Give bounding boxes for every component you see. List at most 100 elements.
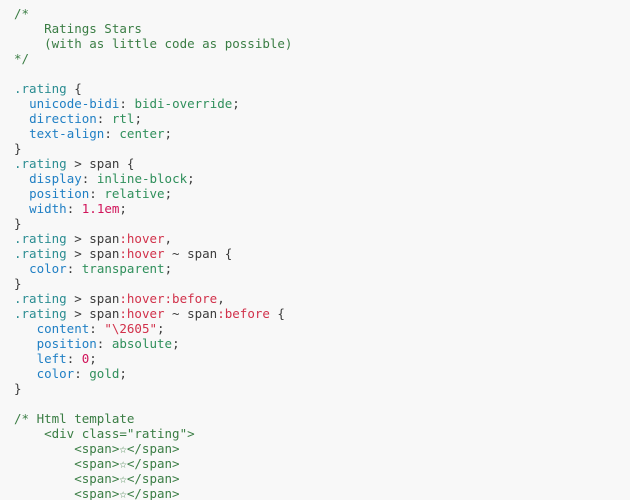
code-token-selector: .rating [14, 231, 67, 246]
code-token-selector: .rating [14, 246, 67, 261]
code-token-punct: : [66, 261, 82, 276]
code-token-keyword: relative [104, 186, 165, 201]
code-token-property: display [29, 171, 82, 186]
code-token-property: width [29, 201, 67, 216]
code-line: .rating > span { [14, 156, 630, 171]
code-line: } [14, 141, 630, 156]
code-token-brace: } [14, 216, 22, 231]
code-line: <span>☆</span> [14, 441, 630, 456]
code-token-punct: : [96, 336, 112, 351]
code-token-punct: : [96, 111, 112, 126]
code-line: } [14, 276, 630, 291]
code-token-string: "\2605" [104, 321, 158, 336]
code-token-property: position [36, 336, 97, 351]
code-line: /* Html template [14, 411, 630, 426]
code-line: .rating > span:hover ~ span:before { [14, 306, 630, 321]
code-line: <div class="rating"> [14, 426, 630, 441]
code-token-property: text-align [29, 126, 105, 141]
code-line: display: inline-block; [14, 171, 630, 186]
code-line: color: gold; [14, 366, 630, 381]
code-line: position: absolute; [14, 336, 630, 351]
code-token-punct: ; [187, 171, 195, 186]
code-token-punct: : [81, 171, 97, 186]
code-line: <span>☆</span> [14, 486, 630, 500]
code-token-pseudo: :hover [119, 246, 165, 261]
code-token-pseudo: :hover [119, 306, 165, 321]
code-line: color: transparent; [14, 261, 630, 276]
code-token-punct: : [89, 186, 105, 201]
code-token-keyword: inline-block [96, 171, 188, 186]
code-token-comment: (with as little code as possible) [14, 36, 293, 51]
code-token-punct: : [66, 351, 82, 366]
code-token-keyword: rtl [111, 111, 135, 126]
code-token-comment: /* Html template [14, 411, 135, 426]
code-token-punct: ; [164, 261, 173, 276]
code-token-punct: : [104, 126, 120, 141]
code-token-pseudo: :before [164, 291, 218, 306]
code-token-punct: : [66, 201, 82, 216]
code-token-comment: <span>☆</span> [14, 456, 180, 471]
code-token-property: color [29, 261, 67, 276]
code-token-tag: > span [66, 291, 120, 306]
code-line: width: 1.1em; [14, 201, 630, 216]
code-token-property: direction [29, 111, 97, 126]
code-token-property: content [36, 321, 90, 336]
code-token-brace: } [14, 276, 22, 291]
code-token-punct: ; [232, 96, 240, 111]
code-line: text-align: center; [14, 126, 630, 141]
code-token-comment: Ratings Stars [14, 21, 142, 36]
code-token-keyword: bidi-override [134, 96, 233, 111]
code-token-property: left [36, 351, 67, 366]
code-line: .rating { [14, 81, 630, 96]
code-token-tag: > span [66, 246, 120, 261]
code-token-brace: } [14, 141, 22, 156]
code-token-number: 1.1em [81, 201, 120, 216]
code-token-tag: > span [66, 306, 120, 321]
code-line: Ratings Stars [14, 21, 630, 36]
code-token-selector: .rating [14, 81, 67, 96]
code-line: unicode-bidi: bidi-override; [14, 96, 630, 111]
code-line: .rating > span:hover, [14, 231, 630, 246]
code-token-tag: ~ span { [164, 246, 233, 261]
code-token-brace: } [14, 381, 22, 396]
code-token-keyword: gold [89, 366, 120, 381]
code-token-property: color [36, 366, 75, 381]
code-token-punct: ; [134, 111, 142, 126]
code-token-pseudo: :before [217, 306, 270, 321]
code-token-comment: /* [14, 6, 30, 21]
code-line: */ [14, 51, 630, 66]
code-token-property: unicode-bidi [29, 96, 120, 111]
code-token-punct: , [217, 291, 225, 306]
code-token-punct: : [119, 96, 135, 111]
code-token-comment: <div class="rating"> [14, 426, 195, 441]
code-token-comment: */ [14, 51, 30, 66]
code-token-punct: ; [89, 351, 97, 366]
code-token-property: position [29, 186, 90, 201]
code-line: left: 0; [14, 351, 630, 366]
code-token-punct: ; [157, 321, 165, 336]
code-token-selector: .rating [14, 156, 67, 171]
code-token-comment: <span>☆</span> [14, 441, 180, 456]
code-token-pseudo: :hover [119, 291, 165, 306]
code-token-punct: ; [119, 201, 127, 216]
code-token-keyword: center [119, 126, 165, 141]
code-line: <span>☆</span> [14, 471, 630, 486]
code-line: <span>☆</span> [14, 456, 630, 471]
code-token-comment: <span>☆</span> [14, 471, 180, 486]
code-editor-pane[interactable]: /* Ratings Stars (with as little code as… [0, 0, 630, 500]
code-token-punct: : [74, 366, 90, 381]
code-token-punct: ; [164, 126, 173, 141]
code-token-punct: ; [164, 186, 173, 201]
code-line: .rating > span:hover:before, [14, 291, 630, 306]
code-token-brace: { [66, 81, 82, 96]
